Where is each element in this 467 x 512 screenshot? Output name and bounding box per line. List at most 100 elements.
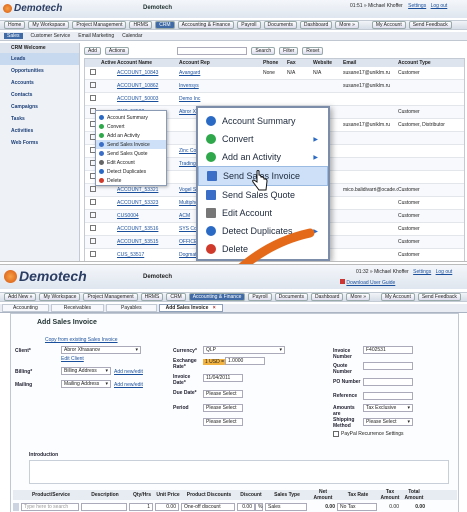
logout-link[interactable]: Log out	[431, 3, 448, 9]
reference-input[interactable]	[363, 392, 413, 400]
table-row[interactable]: ACCOUNT_50003 Demo Inc	[85, 93, 464, 106]
due-date-input[interactable]: Please Select	[203, 390, 243, 398]
bottom-logo[interactable]: Demotech	[4, 268, 87, 284]
nav-documents[interactable]: Documents	[274, 293, 308, 301]
sidebar-item-campaigns[interactable]: Campaigns	[0, 101, 79, 113]
logout-link[interactable]: Log out	[436, 269, 453, 275]
zoom-menu-item-convert[interactable]: Convert ▶	[198, 130, 328, 148]
nav-feedback[interactable]: Send Feedback	[417, 293, 461, 301]
nav-project[interactable]: Project Management	[83, 293, 138, 301]
billing-add-link[interactable]: Add new/edit	[114, 369, 143, 375]
zoom-menu-item-account-summary[interactable]: Account Summary	[198, 112, 328, 130]
edit-client-link[interactable]: Edit Client	[61, 356, 84, 362]
account-name[interactable]: ACCOUNT_10862	[117, 83, 179, 89]
account-name[interactable]: CUS_53517	[117, 252, 179, 258]
unit-price-input[interactable]: 0.00	[155, 503, 179, 511]
zoom-menu-item-add-activity[interactable]: Add an Activity ▶	[198, 148, 328, 166]
account-name[interactable]: ACCOUNT_53516	[117, 226, 179, 232]
checkbox-icon[interactable]	[90, 212, 96, 218]
nav-hrms[interactable]: HRMS	[129, 21, 153, 29]
description-input[interactable]	[81, 503, 127, 511]
settings-link[interactable]: Settings	[413, 269, 431, 275]
tax-rate-select[interactable]: No Tax	[337, 503, 377, 511]
nav-documents[interactable]: Documents	[263, 21, 297, 29]
row-checkbox[interactable]	[85, 82, 101, 90]
row-checkbox[interactable]	[85, 69, 101, 77]
account-name[interactable]: ACCOUNT_53321	[117, 187, 179, 193]
nav-crm[interactable]: CRM	[166, 293, 186, 301]
nav-home[interactable]: Home	[4, 21, 26, 29]
copy-invoice-link[interactable]: Copy from existing Sales Invoice	[45, 337, 118, 343]
reset-button[interactable]: Reset	[302, 47, 324, 55]
account-name[interactable]: ACCOUNT_53515	[117, 239, 179, 245]
sidebar-item-leads[interactable]: Leads	[0, 53, 79, 65]
zoom-menu-item-edit-account[interactable]: Edit Account	[198, 204, 328, 222]
period-end-input[interactable]: Please Select	[203, 418, 243, 426]
checkbox-icon[interactable]	[90, 251, 96, 257]
checkbox-icon[interactable]	[90, 238, 96, 244]
subtab-calendar[interactable]: Calendar	[122, 33, 142, 39]
product-discount-select[interactable]: One-off discount	[181, 503, 235, 511]
nav-workspace[interactable]: My Workspace	[28, 21, 70, 29]
account-name[interactable]: CUS0004	[117, 213, 179, 219]
row-checkbox[interactable]	[85, 199, 101, 207]
introduction-textarea[interactable]	[29, 460, 449, 484]
checkbox-icon[interactable]	[90, 69, 96, 75]
nav-dashboard[interactable]: Dashboard	[299, 21, 333, 29]
sidebar-item-webforms[interactable]: Web Forms	[0, 137, 79, 149]
sidebar-item-contacts[interactable]: Contacts	[0, 89, 79, 101]
tab-accounting[interactable]: Accounting	[2, 304, 49, 312]
download-guide-link[interactable]: Download User Guide	[340, 279, 395, 286]
add-button[interactable]: Add	[84, 47, 101, 55]
paypal-recurrence[interactable]: PayPal Recurrence Settings	[333, 431, 404, 437]
checkbox-icon[interactable]	[333, 431, 339, 437]
top-logo[interactable]: Demotech	[3, 2, 62, 15]
tab-add-sales-invoice[interactable]: Add Sales Invoice ×	[158, 304, 223, 312]
nav-hrms[interactable]: HRMS	[140, 293, 164, 301]
subtab-service[interactable]: Customer Service	[31, 33, 71, 39]
small-menu-item-send-sales-invoice[interactable]: Send Sales Invoice	[96, 140, 166, 149]
nav-more[interactable]: More »	[335, 21, 359, 29]
exchange-rate-input[interactable]: 1.0000	[225, 357, 265, 365]
mailing-select[interactable]: Mailing Address ▾	[61, 380, 111, 388]
row-checkbox[interactable]	[85, 95, 101, 103]
nav-more[interactable]: More »	[346, 293, 370, 301]
search-input[interactable]	[177, 47, 248, 55]
account-name[interactable]: ACCOUNT_10843	[117, 70, 179, 76]
checkbox-icon[interactable]	[90, 225, 96, 231]
actions-button[interactable]: Actions	[104, 47, 130, 55]
subtab-sales[interactable]: Sales	[4, 33, 23, 39]
row-checkbox[interactable]	[85, 212, 101, 220]
small-menu-item-delete[interactable]: Delete	[96, 176, 166, 185]
row-checkbox[interactable]	[85, 225, 101, 233]
sidebar-item-opportunities[interactable]: Opportunities	[0, 65, 79, 77]
nav-accounting[interactable]: Accounting & Finance	[177, 21, 235, 29]
row-checkbox[interactable]	[85, 251, 101, 259]
account-rep[interactable]: Avangard	[179, 70, 263, 76]
nav-project[interactable]: Project Management	[72, 21, 127, 29]
nav-payroll[interactable]: Payroll	[248, 293, 272, 301]
invoice-date-input[interactable]: 11/04/2011	[203, 374, 243, 382]
search-button[interactable]: Search	[251, 47, 276, 55]
checkbox-icon[interactable]	[90, 199, 96, 205]
billing-select[interactable]: Billing Address ▾	[61, 367, 111, 375]
sidebar-item-accounts[interactable]: Accounts	[0, 77, 79, 89]
qty-input[interactable]: 1	[129, 503, 153, 511]
checkbox-icon[interactable]	[90, 95, 96, 101]
checkbox-icon[interactable]	[90, 82, 96, 88]
tab-receivables[interactable]: Receivables	[50, 304, 104, 312]
small-menu-item-edit-account[interactable]: Edit Account	[96, 158, 166, 167]
nav-feedback[interactable]: Send Feedback	[408, 21, 452, 29]
invoice-number-input[interactable]: F402531	[363, 346, 413, 354]
discount-type-select[interactable]: %	[255, 503, 263, 511]
drag-handle-icon[interactable]	[13, 503, 19, 511]
account-rep[interactable]: Demo Inc	[179, 96, 263, 102]
po-number-input[interactable]	[363, 378, 413, 386]
shipping-select[interactable]: Please Select ▾	[363, 418, 413, 426]
account-rep[interactable]: Invensys	[179, 83, 263, 89]
row-checkbox[interactable]	[85, 186, 101, 194]
row-checkbox[interactable]	[85, 238, 101, 246]
small-menu-item-account-summary[interactable]: Account Summary	[96, 113, 166, 122]
table-row[interactable]: ACCOUNT_10862 Invensys susane17@uniklm.ru	[85, 80, 464, 93]
mailing-add-link[interactable]: Add new/edit	[114, 382, 143, 388]
